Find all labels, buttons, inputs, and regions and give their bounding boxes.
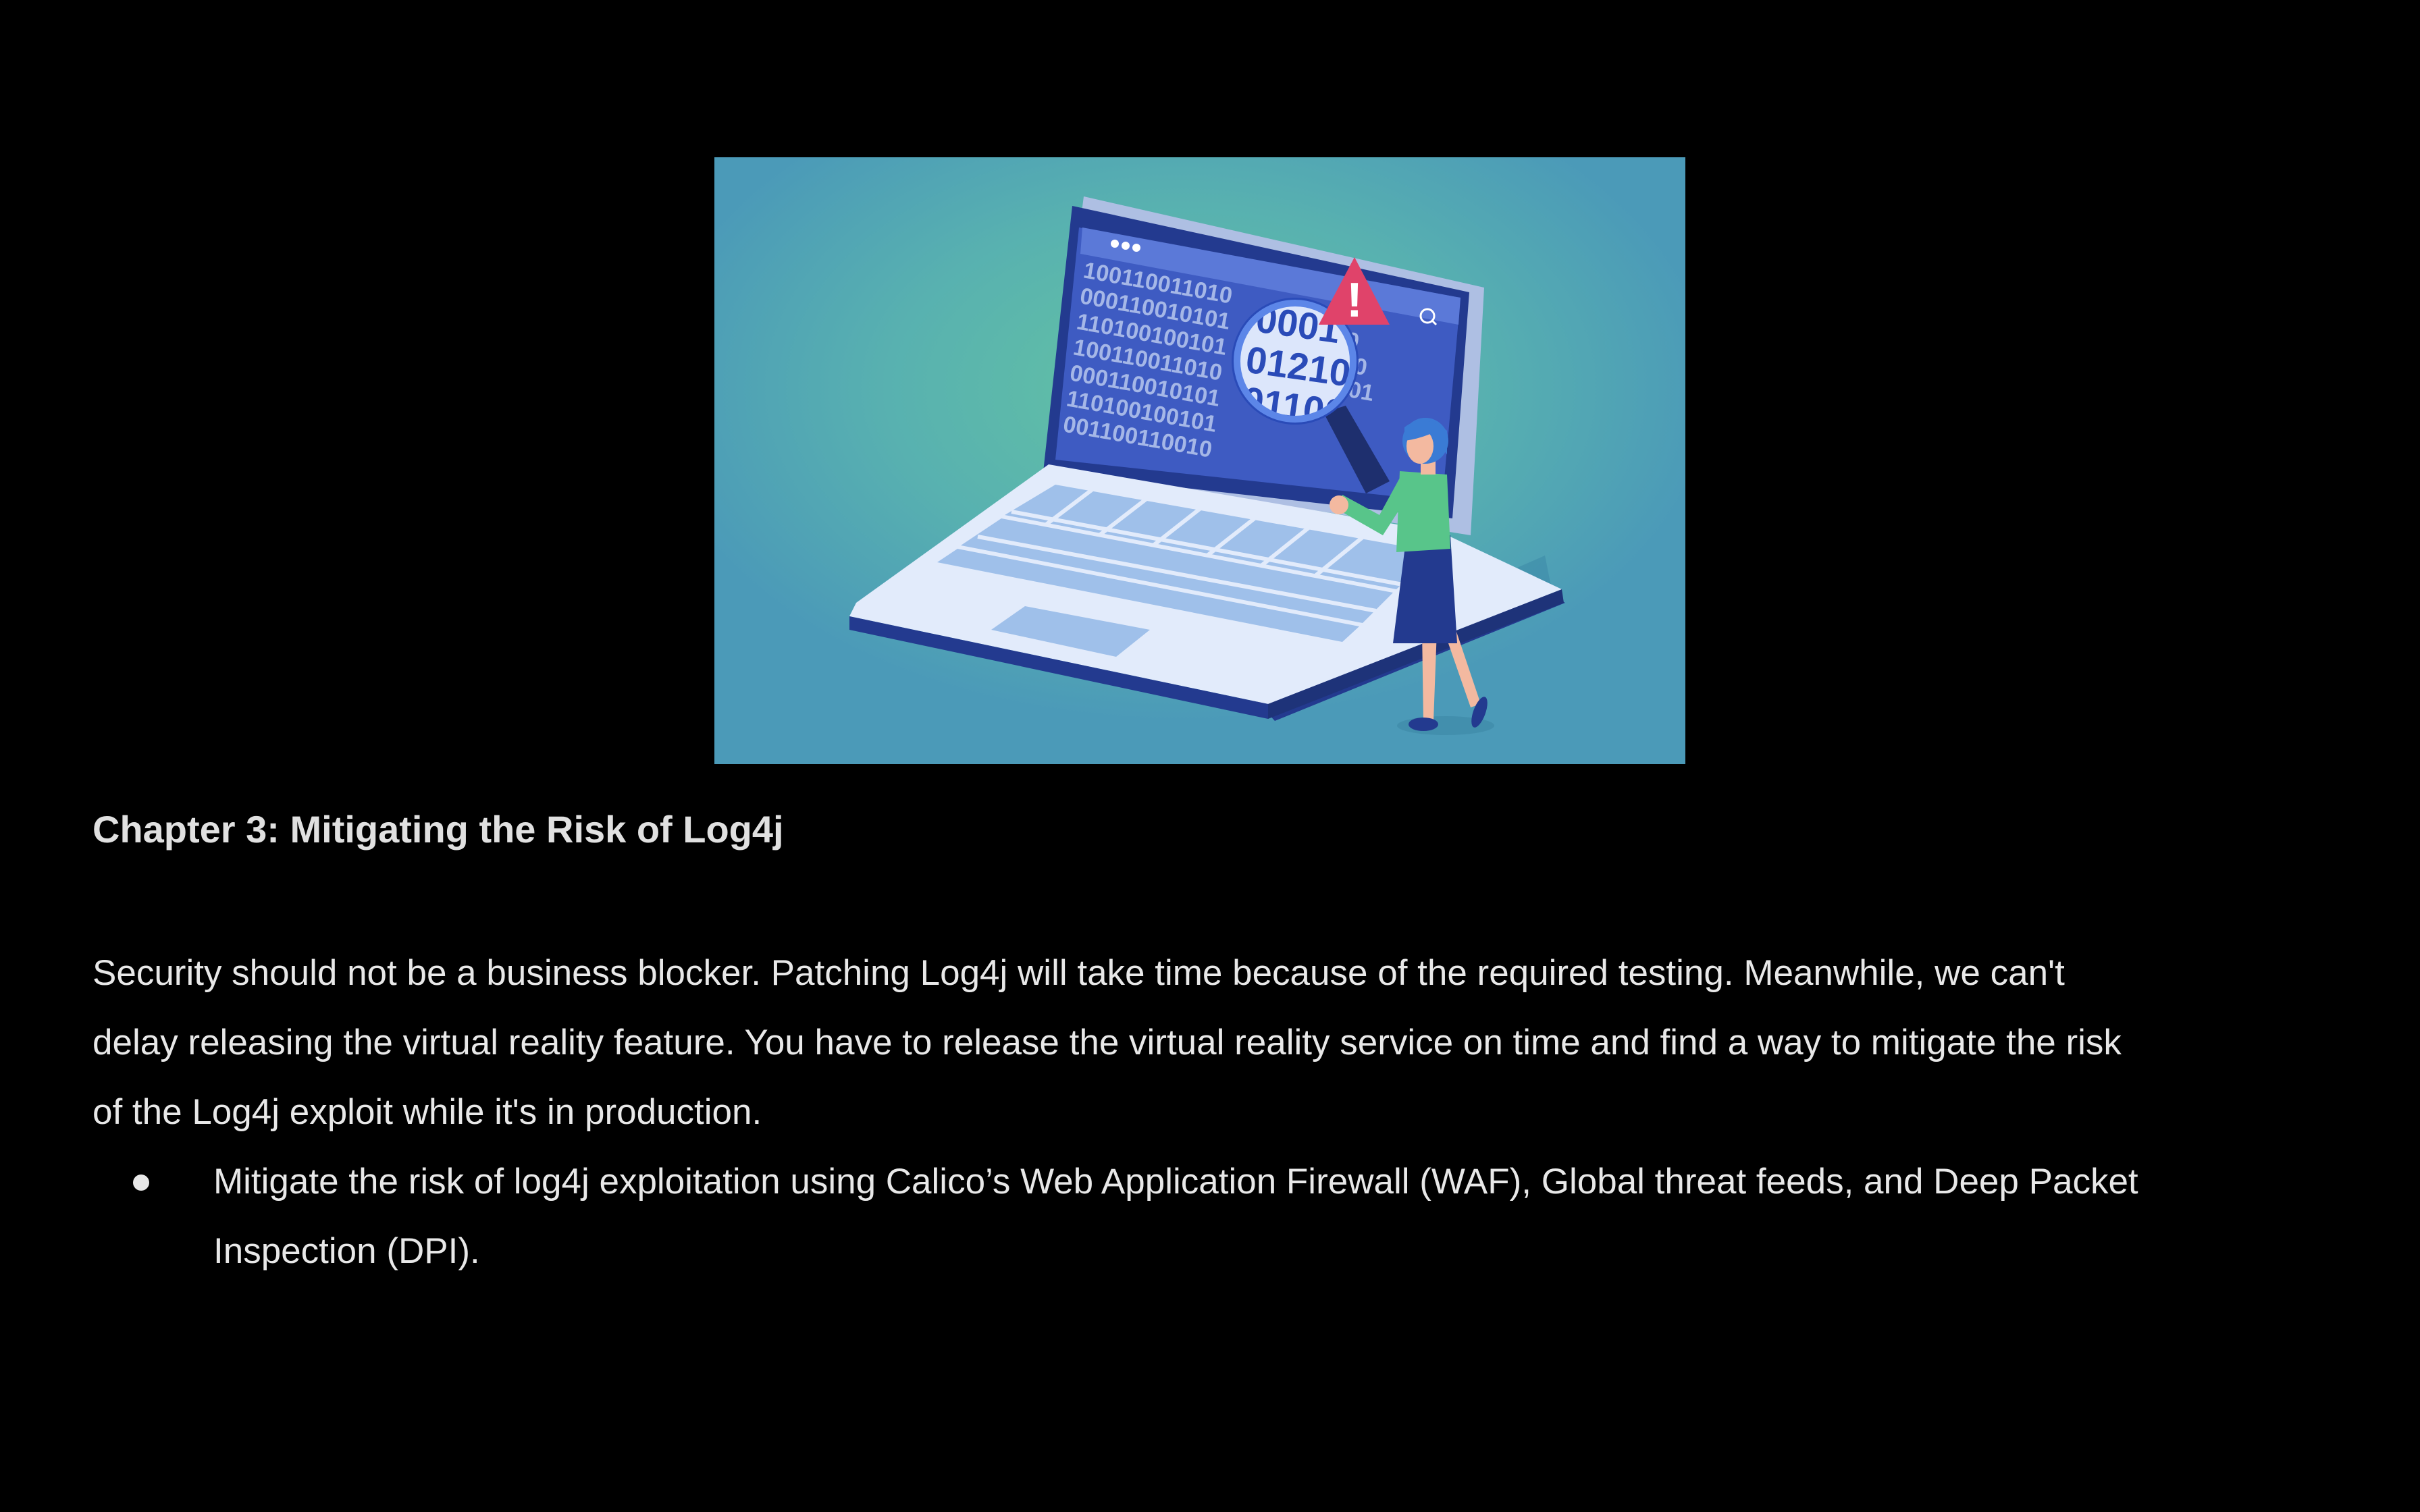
svg-text:!: ! [1346,273,1363,327]
body-paragraph: Security should not be a business blocke… [93,938,2321,1147]
paragraph-line: of the Log4j exploit while it's in produ… [93,1092,762,1132]
paragraph-line: Security should not be a business blocke… [93,953,2065,993]
paragraph-line: delay releasing the virtual reality feat… [93,1023,2122,1062]
bullet-icon [133,1174,149,1191]
list-item: Mitigate the risk of log4j exploitation … [93,1147,2321,1286]
chapter-title: Chapter 3: Mitigating the Risk of Log4j [93,808,784,850]
laptop-security-illustration-icon: 100110011010 000110010101 110100100101 1… [714,157,1685,764]
list-item-line: Inspection (DPI). [213,1231,480,1271]
list-item-line: Mitigate the risk of log4j exploitation … [213,1162,2138,1202]
hero-image: 100110011010 000110010101 110100100101 1… [714,157,1685,764]
bullet-list: Mitigate the risk of log4j exploitation … [93,1147,2321,1286]
